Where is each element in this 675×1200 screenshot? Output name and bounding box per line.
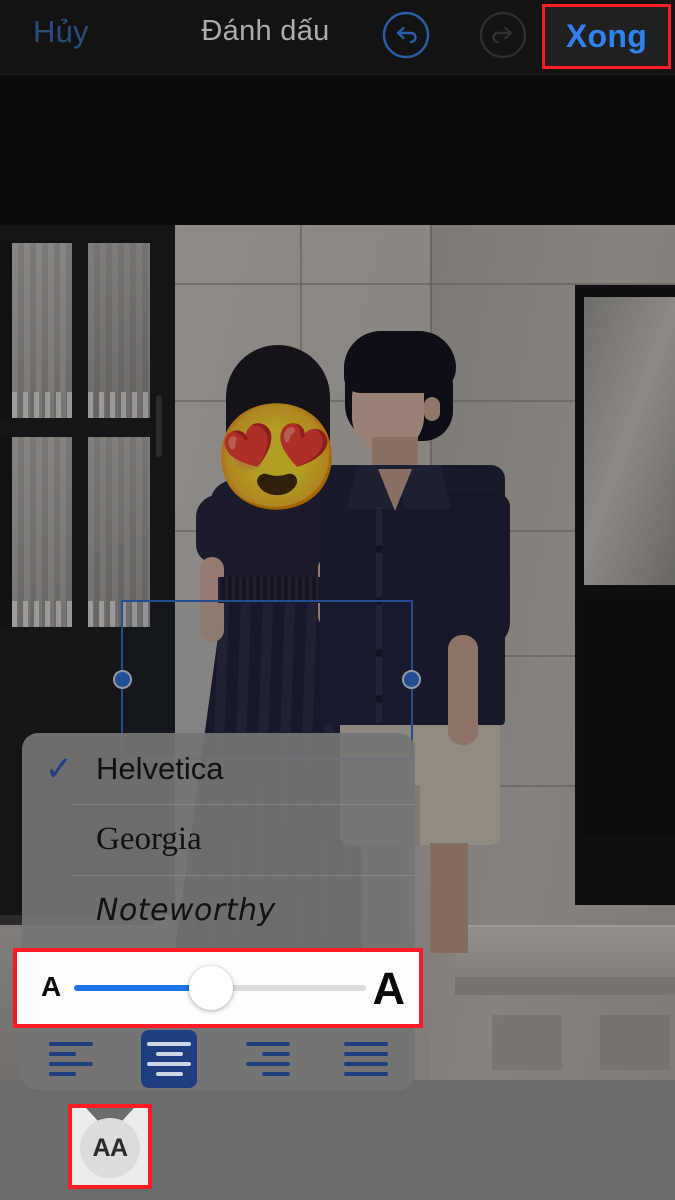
- align-center-button[interactable]: [120, 1028, 218, 1090]
- align-left-icon: [45, 1034, 97, 1084]
- font-size-large-label: A: [372, 963, 406, 1014]
- emoji-sticker[interactable]: 😍: [212, 403, 342, 513]
- undo-arrow-circle-icon: [382, 11, 430, 59]
- resize-handle-left[interactable]: [113, 670, 132, 689]
- font-size-slider-highlight: A A: [13, 948, 423, 1028]
- align-left-button[interactable]: [22, 1028, 120, 1090]
- top-toolbar: Hủy Đánh dấu Xong: [0, 0, 675, 75]
- stone-relief: [492, 1015, 562, 1070]
- right-window-glass-upper: [584, 297, 675, 587]
- door-stile: [72, 225, 88, 667]
- stone-ledge-shadow: [455, 977, 675, 995]
- text-format-button-highlight: AA: [68, 1104, 152, 1189]
- lace-trim: [12, 601, 72, 627]
- man-sleeve: [438, 493, 510, 648]
- markup-editor-screen: Hủy Đánh dấu Xong 😍 ✓ Helvetica Georgia …: [0, 0, 675, 1200]
- man-shirt-button: [375, 545, 383, 553]
- man-ear: [424, 397, 440, 421]
- done-button[interactable]: Xong: [545, 7, 668, 66]
- text-format-label: AA: [92, 1133, 128, 1162]
- align-right-button[interactable]: [219, 1028, 317, 1090]
- align-justify-icon: [340, 1034, 392, 1084]
- window-muntin: [584, 585, 675, 599]
- lace-trim: [88, 392, 150, 418]
- font-size-small-label: A: [41, 971, 62, 1002]
- lace-curtain: [12, 437, 72, 627]
- text-format-button[interactable]: AA: [72, 1108, 148, 1185]
- align-justify-button[interactable]: [317, 1028, 415, 1090]
- font-option-helvetica[interactable]: ✓ Helvetica: [22, 733, 415, 804]
- redo-button[interactable]: [478, 10, 528, 60]
- man-arm: [448, 635, 478, 745]
- font-size-slider-row: A A: [17, 952, 419, 1024]
- door-handle: [156, 395, 162, 457]
- stone-ledge: [455, 925, 675, 977]
- aa-chip: AA: [80, 1118, 140, 1179]
- align-center-icon: [141, 1030, 198, 1088]
- page-title-text: Đánh dấu: [201, 15, 330, 47]
- window-sill-dark: [575, 837, 675, 905]
- man-hair-fringe: [344, 331, 456, 393]
- font-option-label: Helvetica: [96, 750, 224, 786]
- font-option-label: Georgia: [96, 821, 202, 857]
- text-alignment-row: [22, 1028, 415, 1090]
- man-leg-right: [430, 843, 468, 953]
- done-button-highlight: Xong: [542, 4, 671, 69]
- align-right-icon: [242, 1034, 294, 1084]
- resize-handle-right[interactable]: [402, 670, 421, 689]
- font-option-label: Noteworthy: [96, 893, 276, 928]
- undo-button[interactable]: [381, 10, 431, 60]
- slider-thumb[interactable]: [189, 966, 234, 1010]
- stone-relief: [600, 1015, 670, 1070]
- font-size-slider[interactable]: [74, 966, 366, 1010]
- lace-trim: [12, 392, 72, 418]
- right-window-glass-lower: [584, 597, 675, 837]
- redo-arrow-circle-icon: [479, 11, 527, 59]
- lace-curtain: [88, 437, 150, 627]
- font-option-georgia[interactable]: Georgia: [22, 804, 415, 875]
- font-option-noteworthy[interactable]: Noteworthy: [22, 875, 415, 946]
- checkmark-icon: ✓: [44, 749, 74, 788]
